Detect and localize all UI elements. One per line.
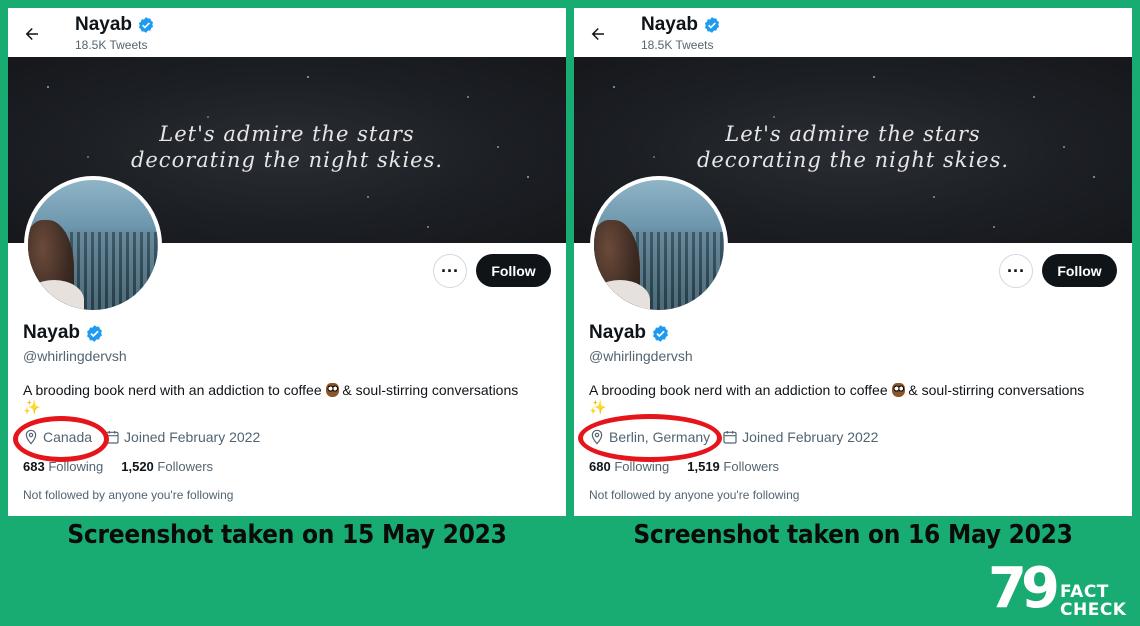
logo-number: 79 bbox=[988, 556, 1060, 621]
profile-name: Nayab bbox=[589, 322, 670, 344]
profile-handle: @whirlingdervsh bbox=[23, 348, 127, 364]
verified-badge-icon bbox=[138, 17, 154, 33]
back-arrow-icon[interactable] bbox=[586, 22, 610, 46]
logo-word-fact: FACT bbox=[1060, 582, 1109, 602]
followers-link[interactable]: 1,519 Followers bbox=[687, 459, 779, 474]
dizzy-star-emoji-icon: ✨ bbox=[589, 399, 607, 415]
follow-button[interactable]: Follow bbox=[476, 254, 551, 287]
logo-word-check: CHECK bbox=[1060, 600, 1127, 620]
tweet-count: 18.5K Tweets bbox=[641, 38, 714, 52]
verified-badge-icon bbox=[704, 17, 720, 33]
banner-text: Let's admire the stars decorating the ni… bbox=[696, 122, 1010, 172]
avatar[interactable] bbox=[24, 176, 162, 314]
followers-link[interactable]: 1,520 Followers bbox=[121, 459, 213, 474]
profile-screenshot-right: Nayab 18.5K Tweets Let's admire the star… bbox=[574, 8, 1132, 516]
not-followed-note: Not followed by anyone you're following bbox=[23, 488, 234, 502]
caption-right: Screenshot taken on 16 May 2023 bbox=[633, 520, 1073, 550]
profile-header-bar: Nayab 18.5K Tweets bbox=[574, 8, 1132, 57]
more-options-button[interactable]: ··· bbox=[999, 254, 1033, 288]
location-highlight-circle bbox=[13, 416, 109, 462]
back-arrow-icon[interactable] bbox=[20, 22, 44, 46]
fact-check-logo: 79 FACT CHECK bbox=[988, 557, 1134, 621]
calendar-icon bbox=[723, 431, 737, 444]
joined-text: Joined February 2022 bbox=[124, 429, 261, 445]
profile-handle: @whirlingdervsh bbox=[589, 348, 693, 364]
follow-stats: 680 Following 1,519 Followers bbox=[589, 459, 779, 474]
profile-screenshot-left: Nayab 18.5K Tweets Let's admire the star… bbox=[8, 8, 566, 516]
verified-badge-icon bbox=[87, 324, 102, 342]
tweet-count: 18.5K Tweets bbox=[75, 38, 148, 52]
caption-left: Screenshot taken on 15 May 2023 bbox=[67, 520, 507, 550]
not-followed-note: Not followed by anyone you're following bbox=[589, 488, 800, 502]
dizzy-star-emoji-icon: ✨ bbox=[23, 399, 41, 415]
profile-name: Nayab bbox=[23, 322, 104, 344]
avatar[interactable] bbox=[590, 176, 728, 314]
header-name: Nayab bbox=[75, 14, 155, 36]
owl-emoji-icon bbox=[891, 383, 905, 397]
joined-text: Joined February 2022 bbox=[742, 429, 879, 445]
joined-item: Joined February 2022 bbox=[722, 429, 878, 445]
header-name: Nayab bbox=[641, 14, 721, 36]
profile-bio: A brooding book nerd with an addiction t… bbox=[23, 382, 519, 398]
profile-header-bar: Nayab 18.5K Tweets bbox=[8, 8, 566, 57]
more-options-button[interactable]: ··· bbox=[433, 254, 467, 288]
follow-button[interactable]: Follow bbox=[1042, 254, 1117, 287]
location-highlight-circle bbox=[578, 414, 722, 462]
joined-item: Joined February 2022 bbox=[104, 429, 260, 445]
banner-text: Let's admire the stars decorating the ni… bbox=[130, 122, 444, 172]
profile-bio: A brooding book nerd with an addiction t… bbox=[589, 382, 1085, 398]
verified-badge-icon bbox=[653, 324, 668, 342]
owl-emoji-icon bbox=[325, 383, 339, 397]
